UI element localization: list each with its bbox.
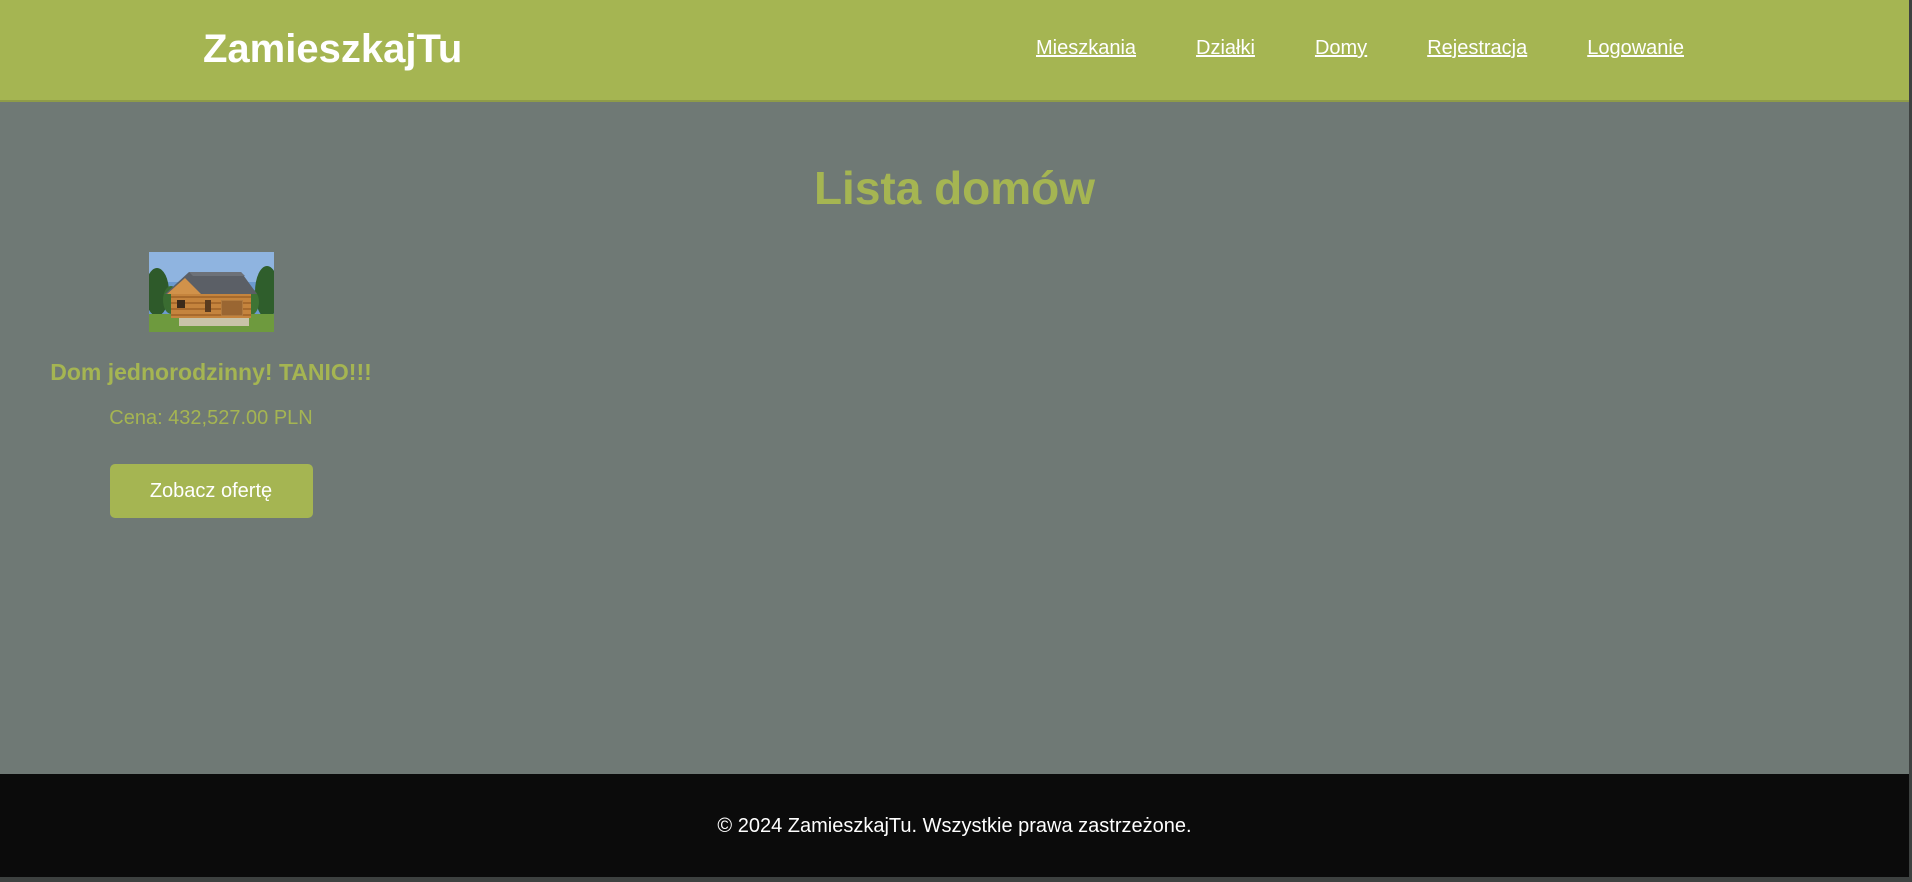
nav-link-domy[interactable]: Domy — [1315, 36, 1367, 60]
listing-card: Dom jednorodzinny! TANIO!!! Cena: 432,52… — [30, 252, 392, 518]
nav-link-dzialki[interactable]: Działki — [1196, 36, 1255, 60]
page: ZamieszkajTu Mieszkania Działki Domy Rej… — [0, 0, 1912, 882]
nav-link-logowanie[interactable]: Logowanie — [1587, 36, 1684, 60]
site-footer: © 2024 ZamieszkajTu. Wszystkie prawa zas… — [0, 774, 1909, 877]
nav-link-mieszkania[interactable]: Mieszkania — [1036, 36, 1136, 60]
window-border-bottom — [0, 877, 1912, 882]
nav-link-rejestracja[interactable]: Rejestracja — [1427, 36, 1527, 60]
house-thumbnail[interactable] — [148, 252, 274, 332]
listing-title: Dom jednorodzinny! TANIO!!! — [50, 359, 372, 385]
site-header: ZamieszkajTu Mieszkania Działki Domy Rej… — [0, 0, 1909, 102]
page-title: Lista domów — [813, 162, 1096, 214]
site-logo[interactable]: ZamieszkajTu — [203, 23, 462, 75]
view-offer-button[interactable]: Zobacz ofertę — [109, 464, 313, 518]
footer-copyright: © 2024 ZamieszkajTu. Wszystkie prawa zas… — [717, 815, 1192, 837]
main-nav: Mieszkania Działki Domy Rejestracja Logo… — [1036, 36, 1684, 60]
listing-price: Cena: 432,527.00 PLN — [109, 407, 313, 429]
